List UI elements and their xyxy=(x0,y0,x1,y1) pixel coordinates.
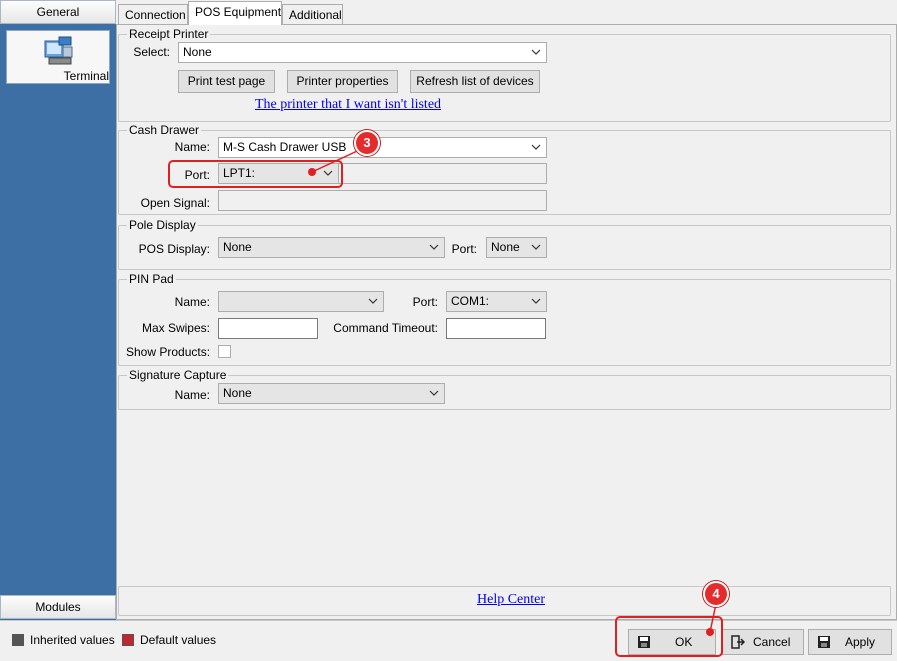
tab-additional[interactable]: Additional xyxy=(282,4,343,25)
printer-not-listed-link[interactable]: The printer that I want isn't listed xyxy=(255,97,441,113)
pos-display-select[interactable]: None xyxy=(218,237,445,258)
pos-display-value: None xyxy=(223,240,252,254)
printer-properties-button[interactable]: Printer properties xyxy=(287,70,398,93)
apply-button-label: Apply xyxy=(845,635,876,649)
signature-capture-name-label: Name: xyxy=(174,388,210,402)
cash-drawer-name-select[interactable]: M-S Cash Drawer USB xyxy=(218,137,547,158)
chevron-down-icon xyxy=(429,390,439,396)
bottom-bar: Inherited values Default values OK Cance… xyxy=(0,620,897,661)
terminal-icon xyxy=(44,36,73,65)
command-timeout-input[interactable] xyxy=(446,318,546,339)
sidebar-general-button[interactable]: General xyxy=(0,0,116,24)
pole-display-title: Pole Display xyxy=(127,218,198,232)
tab-pos-equipment[interactable]: POS Equipment xyxy=(188,1,282,25)
cancel-button-label: Cancel xyxy=(753,635,791,649)
signature-capture-title: Signature Capture xyxy=(127,368,229,382)
step4-badge: 4 xyxy=(703,581,729,607)
pin-pad-title: PIN Pad xyxy=(127,272,176,286)
pin-pad-port-value: COM1: xyxy=(451,294,490,308)
receipt-printer-select-value: None xyxy=(183,45,212,59)
print-test-page-button[interactable]: Print test page xyxy=(178,70,275,93)
tab-connection[interactable]: Connection xyxy=(118,4,188,25)
show-products-label: Show Products: xyxy=(126,345,211,359)
cancel-button[interactable]: Cancel xyxy=(722,629,804,655)
pole-display-port-value: None xyxy=(491,240,520,254)
sidebar-item-terminal-label: Terminal xyxy=(63,69,109,83)
exit-door-icon xyxy=(731,635,745,649)
default-values-swatch xyxy=(122,634,134,646)
save-icon xyxy=(818,636,830,648)
inherited-values-label: Inherited values xyxy=(30,633,115,647)
signature-capture-name-select[interactable]: None xyxy=(218,383,445,404)
pole-display-port-select[interactable]: None xyxy=(486,237,547,258)
pin-pad-port-label: Port: xyxy=(412,295,438,309)
command-timeout-label: Command Timeout: xyxy=(333,321,438,335)
sidebar-item-terminal[interactable]: Terminal xyxy=(6,30,110,84)
receipt-printer-select[interactable]: None xyxy=(178,42,547,63)
open-signal-label: Open Signal: xyxy=(140,196,210,210)
cash-drawer-name-label: Name: xyxy=(174,140,210,154)
inherited-values-swatch xyxy=(12,634,24,646)
pin-pad-name-select[interactable] xyxy=(218,291,384,312)
step3-badge: 3 xyxy=(354,130,380,156)
sidebar: General Terminal Modules xyxy=(0,0,116,620)
chevron-down-icon xyxy=(531,49,541,55)
max-swipes-input[interactable] xyxy=(218,318,318,339)
refresh-devices-button[interactable]: Refresh list of devices xyxy=(410,70,540,93)
open-signal-field[interactable] xyxy=(218,190,547,211)
receipt-printer-title: Receipt Printer xyxy=(127,27,211,41)
chevron-down-icon xyxy=(531,244,541,250)
cash-drawer-title: Cash Drawer xyxy=(127,123,202,137)
show-products-checkbox[interactable] xyxy=(218,345,231,358)
chevron-down-icon xyxy=(531,298,541,304)
pin-pad-name-label: Name: xyxy=(174,295,210,309)
sidebar-modules-button[interactable]: Modules xyxy=(0,595,116,619)
pole-display-port-label: Port: xyxy=(451,242,477,256)
pos-display-label: POS Display: xyxy=(138,242,210,256)
chevron-down-icon xyxy=(368,298,378,304)
max-swipes-label: Max Swipes: xyxy=(141,321,210,335)
chevron-down-icon xyxy=(429,244,439,250)
help-center-link[interactable]: Help Center xyxy=(477,592,545,608)
chevron-down-icon xyxy=(531,144,541,150)
signature-capture-name-value: None xyxy=(223,386,252,400)
pin-pad-port-select[interactable]: COM1: xyxy=(446,291,547,312)
apply-button[interactable]: Apply xyxy=(808,629,892,655)
receipt-printer-select-label: Select: xyxy=(133,45,170,59)
default-values-label: Default values xyxy=(140,633,217,647)
